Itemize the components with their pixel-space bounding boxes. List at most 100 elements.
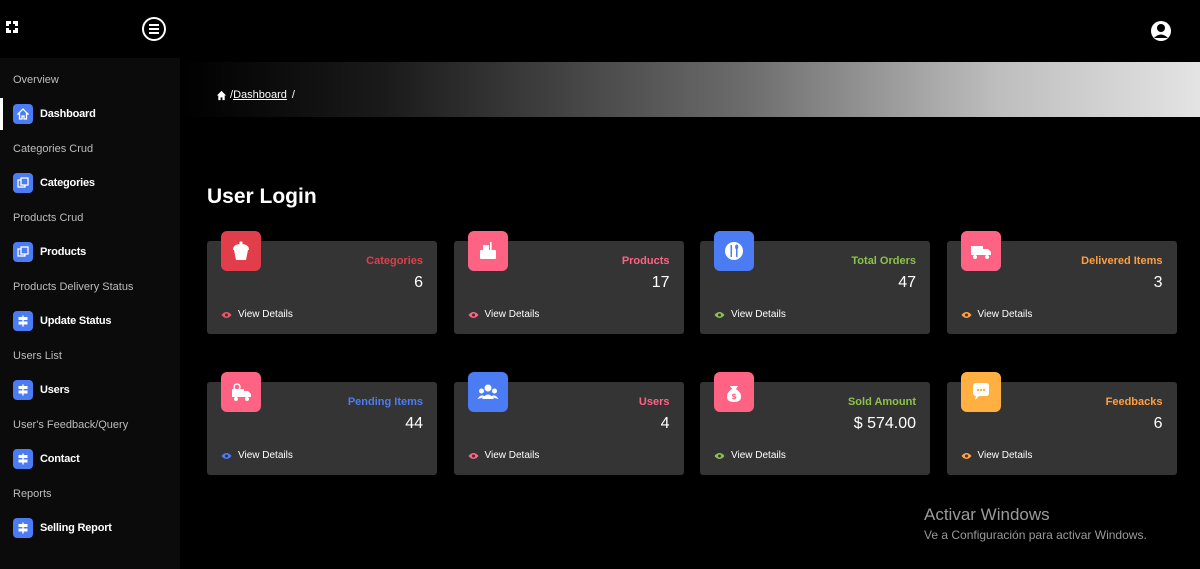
- sidebar-item-contact[interactable]: Contact: [0, 443, 180, 475]
- breadcrumb: / Dashboard /: [216, 89, 295, 101]
- view-details-link[interactable]: View Details: [221, 309, 293, 320]
- view-details-label: View Details: [238, 450, 293, 461]
- stat-card-label: Pending Items: [347, 396, 423, 408]
- sidebar-item-categories[interactable]: Categories: [0, 167, 180, 199]
- signpost-icon: [13, 380, 33, 400]
- stat-card-value: 6: [1153, 415, 1163, 432]
- breadcrumb-band: [180, 62, 1200, 117]
- stat-card-categories: Categories 6 View Details: [207, 231, 437, 334]
- home-icon: [13, 104, 33, 124]
- top-bar: [0, 0, 1200, 58]
- view-details-label: View Details: [977, 309, 1033, 320]
- sidebar-item-update-status[interactable]: Update Status: [0, 305, 180, 337]
- view-details-link[interactable]: View Details: [221, 450, 293, 461]
- menu-toggle-button[interactable]: [142, 17, 166, 41]
- stat-card-feedbacks: Feedbacks 6 View Details: [946, 372, 1177, 475]
- sidebar-item-label: Products: [40, 246, 87, 258]
- svg-text:$: $: [731, 392, 737, 401]
- signpost-icon: [13, 311, 33, 331]
- sidebar-item-label: Contact: [40, 453, 80, 465]
- view-details-label: View Details: [238, 309, 293, 320]
- stat-card-sold-amount: $ Sold Amount $ 574.00 View Details: [700, 372, 930, 475]
- signpost-icon: [13, 518, 33, 538]
- stat-card-value: 3: [1153, 274, 1163, 291]
- eye-icon: [221, 311, 232, 318]
- windows-activation-watermark: Activar Windows Ve a Configuración para …: [924, 505, 1147, 542]
- breadcrumb-trailing: /: [291, 89, 295, 101]
- stat-card-label: Products: [621, 255, 670, 267]
- view-details-label: View Details: [484, 309, 540, 320]
- stat-card-label: Feedbacks: [1105, 396, 1163, 408]
- truck-icon: [960, 231, 1001, 271]
- stat-card-users: Users 4 View Details: [453, 372, 684, 475]
- stat-card-label: Delivered Items: [1081, 255, 1163, 267]
- view-details-label: View Details: [731, 309, 786, 320]
- hamburger-icon: [149, 24, 159, 26]
- view-details-label: View Details: [977, 450, 1033, 461]
- stat-card-value: 47: [898, 274, 916, 291]
- cupcake-icon: [221, 231, 261, 271]
- sidebar: Overview Dashboard Categories Crud Categori…: [0, 58, 180, 569]
- sidebar-item-label: Selling Report: [40, 522, 112, 534]
- view-details-link[interactable]: View Details: [960, 309, 1033, 320]
- user-avatar-icon[interactable]: [1150, 20, 1172, 42]
- sidebar-section-title: User's Feedback/Query: [13, 419, 129, 431]
- eye-icon: [960, 311, 972, 318]
- copy-icon: [13, 242, 33, 262]
- view-details-label: View Details: [731, 450, 786, 461]
- home-icon[interactable]: [216, 90, 227, 101]
- view-details-link[interactable]: View Details: [467, 450, 540, 461]
- watermark-subtitle: Ve a Configuración para activar Windows.: [924, 528, 1147, 542]
- sidebar-section-title: Reports: [13, 488, 52, 500]
- stat-card-value: 17: [651, 274, 670, 291]
- stat-card-pending-items: Pending Items 44 View Details: [207, 372, 437, 475]
- sidebar-item-label: Categories: [40, 177, 95, 189]
- money-bag-icon: $: [714, 372, 754, 412]
- sidebar-section-title: Products Crud: [13, 212, 84, 224]
- eye-icon: [221, 452, 232, 459]
- chat-icon: [960, 372, 1001, 412]
- logo-icon[interactable]: [6, 21, 18, 33]
- copy-icon: [13, 173, 33, 193]
- breadcrumb-dashboard-link[interactable]: Dashboard: [233, 89, 287, 101]
- watermark-title: Activar Windows: [924, 505, 1050, 524]
- view-details-label: View Details: [484, 450, 540, 461]
- sidebar-section-title: Products Delivery Status: [13, 281, 134, 293]
- stat-card-total-orders: Total Orders 47 View Details: [700, 231, 930, 334]
- signpost-icon: [13, 449, 33, 469]
- page-title: User Login: [207, 185, 317, 208]
- sidebar-item-selling-report[interactable]: Selling Report: [0, 512, 180, 544]
- eye-icon: [467, 452, 479, 459]
- eye-icon: [467, 311, 479, 318]
- sidebar-item-label: Update Status: [40, 315, 112, 327]
- sidebar-item-users[interactable]: Users: [0, 374, 180, 406]
- stat-card-label: Sold Amount: [847, 396, 916, 408]
- eye-icon: [714, 452, 725, 459]
- view-details-link[interactable]: View Details: [714, 450, 786, 461]
- stat-card-value: 44: [405, 415, 423, 432]
- sidebar-item-dashboard[interactable]: Dashboard: [0, 98, 180, 130]
- stat-card-value: $ 574.00: [853, 415, 916, 432]
- stat-card-products: Products 17 View Details: [453, 231, 684, 334]
- stat-card-value: 4: [660, 415, 670, 432]
- sidebar-section-title: Categories Crud: [13, 143, 94, 155]
- sidebar-section-title: Overview: [13, 74, 59, 86]
- stat-card-label: Categories: [366, 255, 423, 267]
- cutlery-icon: [714, 231, 754, 271]
- stat-card-delivered-items: Delivered Items 3 View Details: [946, 231, 1177, 334]
- view-details-link[interactable]: View Details: [960, 450, 1033, 461]
- stat-card-value: 6: [414, 274, 423, 291]
- eye-icon: [960, 452, 972, 459]
- stat-card-label: Total Orders: [851, 255, 916, 267]
- eye-icon: [714, 311, 725, 318]
- sidebar-item-products[interactable]: Products: [0, 236, 180, 268]
- view-details-link[interactable]: View Details: [467, 309, 540, 320]
- view-details-link[interactable]: View Details: [714, 309, 786, 320]
- food-icon: [467, 231, 508, 271]
- sidebar-item-label: Users: [40, 384, 70, 396]
- stat-card-label: Users: [638, 396, 670, 408]
- delivery-icon: [221, 372, 261, 412]
- sidebar-item-label: Dashboard: [40, 108, 96, 120]
- sidebar-section-title: Users List: [13, 350, 62, 362]
- users-icon: [467, 372, 508, 412]
